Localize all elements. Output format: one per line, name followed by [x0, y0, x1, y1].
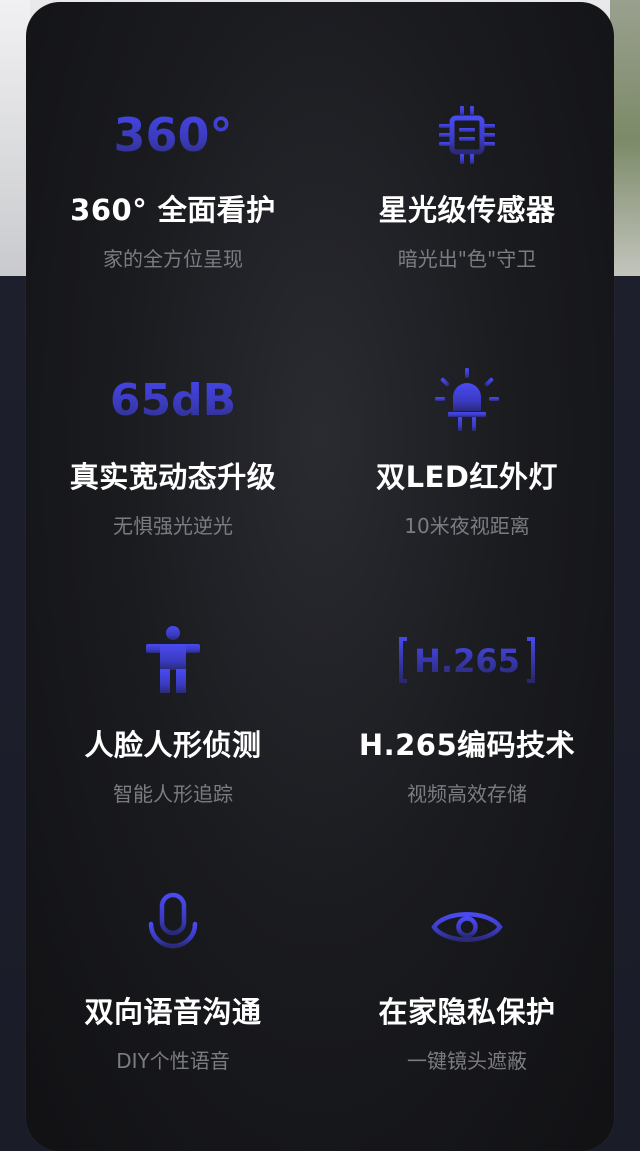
- person-icon: [26, 625, 320, 695]
- feature-title: 在家隐私保护: [378, 995, 556, 1029]
- feature-starlight-sensor: 星光级传感器 暗光出"色"守卫: [320, 2, 614, 271]
- features-card: 360° 360° 全面看护 家的全方位呈现 星光级传感器 暗光出"色"守卫 6…: [26, 2, 614, 1151]
- feature-title: H.265编码技术: [358, 728, 576, 762]
- feature-subtitle: 10米夜视距离: [404, 514, 530, 538]
- feature-title: 双LED红外灯: [376, 460, 558, 494]
- 360-degree-icon: 360°: [113, 108, 233, 162]
- feature-two-way-audio: 双向语音沟通 DIY个性语音: [26, 804, 320, 1151]
- feature-privacy: 在家隐私保护 一键镜头遮蔽: [320, 804, 614, 1151]
- feature-title: 真实宽动态升级: [69, 460, 277, 494]
- feature-h265: H.265 H.265编码技术 视频高效存储: [320, 537, 614, 806]
- 65db-icon: 65dB: [109, 374, 237, 426]
- feature-360-view: 360° 360° 全面看护 家的全方位呈现: [26, 2, 320, 271]
- background-right-edge: [610, 0, 640, 276]
- feature-title: 双向语音沟通: [84, 995, 262, 1029]
- feature-subtitle: DIY个性语音: [116, 1049, 230, 1073]
- feature-subtitle: 无惧强光逆光: [113, 514, 233, 538]
- microphone-icon: [26, 892, 320, 962]
- led-light-icon: [320, 365, 614, 435]
- features-grid: 360° 360° 全面看护 家的全方位呈现 星光级传感器 暗光出"色"守卫 6…: [26, 2, 614, 1151]
- svg-text:H.265: H.265: [414, 642, 520, 680]
- feature-subtitle: 一键镜头遮蔽: [407, 1049, 527, 1073]
- eye-icon: [320, 892, 614, 962]
- feature-wdr: 65dB 真实宽动态升级 无惧强光逆光: [26, 269, 320, 539]
- feature-title: 星光级传感器: [378, 193, 556, 227]
- feature-human-detection: 人脸人形侦测 智能人形追踪: [26, 537, 320, 806]
- h265-icon: H.265: [320, 625, 614, 695]
- feature-ir-led: 双LED红外灯 10米夜视距离: [320, 269, 614, 538]
- feature-title: 人脸人形侦测: [84, 728, 262, 762]
- feature-title: 360° 全面看护: [70, 193, 276, 227]
- chip-sensor-icon: [320, 100, 614, 170]
